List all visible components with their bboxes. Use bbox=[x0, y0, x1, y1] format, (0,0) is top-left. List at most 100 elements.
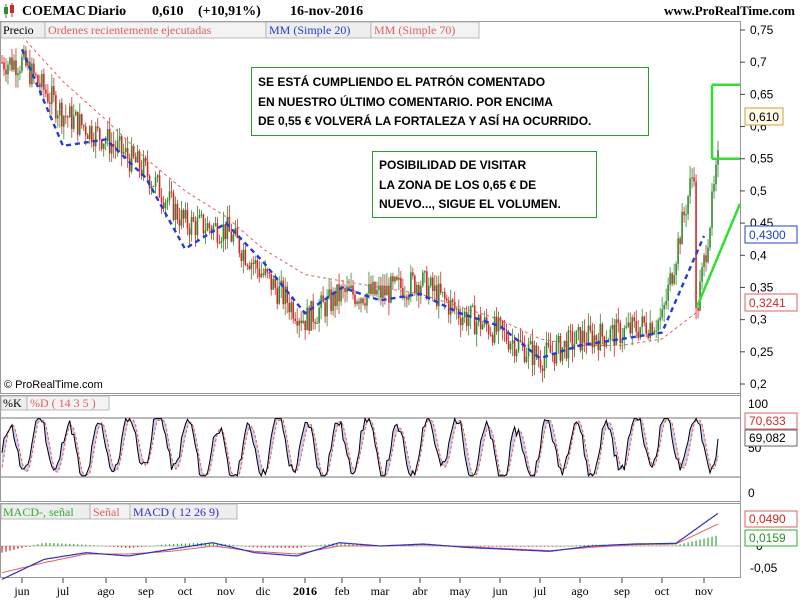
candle bbox=[214, 216, 217, 227]
candle bbox=[138, 149, 141, 179]
candle bbox=[332, 287, 334, 316]
candle bbox=[487, 321, 490, 340]
candle bbox=[80, 113, 83, 129]
candle bbox=[298, 317, 300, 338]
candle bbox=[350, 272, 352, 290]
macd-hist-bar bbox=[567, 545, 570, 547]
candle bbox=[424, 270, 426, 284]
candle bbox=[428, 277, 430, 305]
candle bbox=[497, 311, 500, 345]
candle bbox=[412, 267, 414, 280]
time-label: oct bbox=[655, 584, 670, 598]
macd-hist-bar bbox=[284, 546, 286, 548]
macd-hist-bar bbox=[292, 546, 294, 548]
candle bbox=[683, 206, 685, 223]
time-label: jun bbox=[491, 584, 507, 598]
macd-hist-bar bbox=[125, 546, 127, 548]
candle bbox=[575, 330, 578, 345]
candle bbox=[479, 306, 482, 337]
candle bbox=[130, 137, 133, 174]
macd-hist-bar bbox=[85, 544, 87, 546]
stochastic-panel: %K %D ( 14 3 5 ) 100 50 0 70,633 69,082 bbox=[0, 395, 798, 500]
time-label: ago bbox=[97, 584, 114, 598]
candle bbox=[168, 179, 171, 206]
macd-hist-bar bbox=[555, 546, 558, 547]
ticker-label: COEMAC bbox=[22, 4, 86, 19]
candle bbox=[589, 315, 592, 334]
macd-hist-bar bbox=[296, 546, 298, 548]
candle bbox=[266, 267, 269, 279]
time-label: 2016 bbox=[293, 584, 317, 598]
candle bbox=[489, 326, 492, 337]
candle bbox=[426, 265, 428, 301]
candle bbox=[222, 211, 225, 252]
candle bbox=[242, 242, 245, 274]
macd-hist-bar bbox=[228, 544, 230, 546]
candle bbox=[304, 320, 306, 340]
candle bbox=[74, 109, 77, 116]
macd-hist-bar bbox=[715, 535, 717, 546]
candle bbox=[234, 220, 237, 237]
change-label: (+10,91%) bbox=[198, 4, 261, 19]
candle bbox=[555, 334, 558, 367]
candle bbox=[435, 275, 438, 310]
candle bbox=[711, 183, 713, 236]
candle bbox=[7, 61, 9, 85]
candle bbox=[202, 213, 205, 238]
candle bbox=[364, 295, 366, 310]
candle bbox=[571, 324, 574, 363]
candle bbox=[511, 328, 514, 357]
candle bbox=[244, 245, 247, 266]
candle bbox=[47, 84, 49, 104]
candle bbox=[226, 205, 229, 249]
candle bbox=[681, 203, 683, 245]
price-tick: 0,65 bbox=[750, 87, 774, 101]
legend-macd: MACD ( 12 26 9) bbox=[133, 505, 219, 519]
candle bbox=[455, 306, 458, 320]
note1-line2: EN NUESTRO ÚLTIMO COMENTARIO. POR ENCIMA bbox=[258, 94, 553, 109]
macd-hist-bar bbox=[101, 545, 103, 547]
candle bbox=[715, 157, 717, 192]
candle bbox=[691, 168, 693, 189]
resistance-annotations bbox=[695, 83, 742, 308]
macd-hist-bar bbox=[575, 545, 577, 546]
macd-hist-bar bbox=[168, 544, 171, 546]
candle bbox=[224, 224, 227, 250]
ma70-badge: 0,3241 bbox=[744, 293, 798, 312]
candle bbox=[503, 319, 506, 343]
candle bbox=[463, 308, 466, 324]
candle bbox=[166, 197, 169, 210]
candle bbox=[557, 332, 560, 355]
macd-hist-bar bbox=[476, 546, 478, 547]
macd-hist-bar bbox=[496, 546, 498, 547]
price-legend: Precio Ordenes recientemente ejecutadas … bbox=[0, 21, 480, 39]
candle bbox=[270, 273, 273, 296]
legend-stoch-k: %K bbox=[3, 396, 22, 410]
candle bbox=[326, 289, 328, 327]
candle bbox=[645, 311, 648, 338]
last-price-badge: 0,610 bbox=[744, 107, 784, 126]
macd-hist-bar bbox=[117, 546, 119, 548]
macd-hist-bar bbox=[667, 545, 669, 546]
candle bbox=[521, 330, 524, 352]
legend-ma70: MM (Simple 70) bbox=[374, 23, 455, 37]
candle bbox=[593, 323, 596, 354]
candle bbox=[471, 303, 474, 308]
macd-hist-bar bbox=[232, 544, 234, 546]
candle bbox=[86, 132, 89, 140]
candle bbox=[200, 209, 203, 219]
macd-hist-bar bbox=[699, 539, 701, 546]
macd-hist-bar bbox=[695, 540, 697, 546]
macd-signal-line bbox=[1, 523, 719, 574]
macd-hist-bar bbox=[519, 546, 522, 547]
candle bbox=[408, 291, 410, 306]
candle bbox=[246, 263, 249, 271]
candle bbox=[262, 268, 265, 278]
macd-hist-bar bbox=[583, 545, 585, 546]
macd-hist-bar bbox=[268, 546, 270, 548]
candle bbox=[643, 315, 646, 327]
candle bbox=[57, 110, 59, 128]
candle bbox=[659, 307, 661, 330]
candle bbox=[240, 249, 243, 268]
candle bbox=[567, 325, 570, 368]
